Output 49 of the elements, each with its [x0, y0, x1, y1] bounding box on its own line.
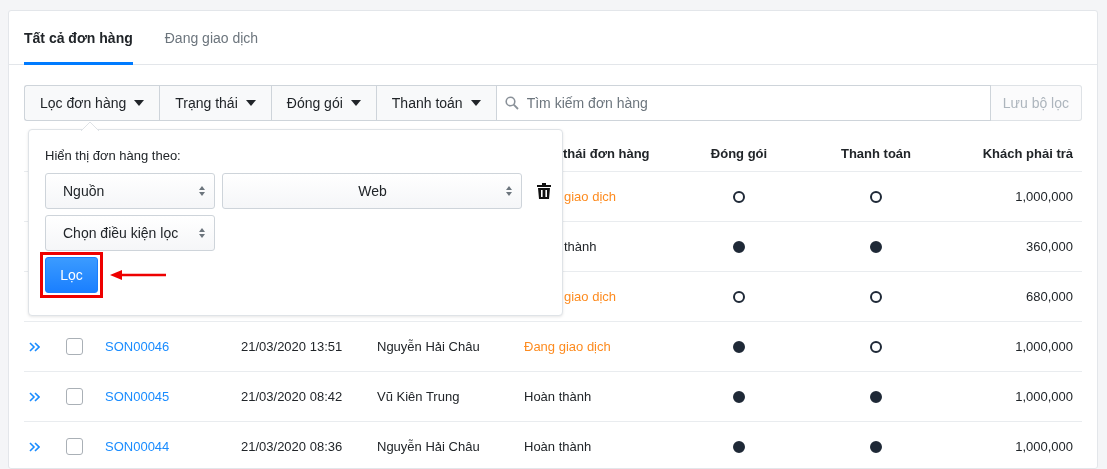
date-cell-text: 21/03/2020 08:42: [241, 389, 344, 404]
row-checkbox[interactable]: [66, 388, 83, 405]
customer-cell-text: Vũ Kiên Trung: [377, 389, 461, 404]
sort-arrows-icon: [505, 185, 513, 197]
row-checkbox[interactable]: [66, 438, 83, 455]
expand-icon[interactable]: [29, 341, 40, 352]
tab[interactable]: Tất cả đơn hàng: [24, 11, 133, 65]
caret-icon: [470, 100, 481, 106]
row-checkbox[interactable]: [66, 338, 83, 355]
tab[interactable]: Đang giao dịch: [164, 11, 259, 65]
status-cell: thành: [564, 239, 597, 254]
column-header: Thanh toán: [839, 145, 912, 161]
status-cell: giao dịch: [564, 289, 617, 304]
total-cell-text: 1,000,000: [1014, 439, 1073, 454]
pointer-arrow: [110, 269, 166, 281]
filter-dropdown[interactable]: Trạng thái: [159, 85, 271, 121]
column-header: Đóng gói: [709, 145, 769, 161]
sort-arrows-icon: [198, 185, 206, 197]
condition-select[interactable]: Chọn điều kiện lọc: [45, 215, 215, 251]
search-icon: [504, 96, 519, 110]
search-field[interactable]: Tìm kiếm đơn hàng: [495, 85, 991, 121]
total-cell-text: 1,000,000: [1014, 389, 1073, 404]
caret-icon: [350, 100, 361, 106]
caret-icon: [134, 100, 145, 106]
status-cell-text: Đang giao dịch: [524, 339, 612, 354]
customer-cell-text: Nguyễn Hải Châu: [377, 439, 481, 454]
sort-arrows-icon: [198, 227, 206, 239]
expand-icon[interactable]: [29, 391, 40, 402]
total-cell-text: 1,000,000: [1014, 339, 1073, 354]
total-cell-text: 680,000: [1025, 289, 1073, 304]
status-cell-text: Hoàn thành: [524, 439, 593, 454]
trash-icon[interactable]: [537, 183, 551, 199]
value-select[interactable]: Web: [222, 173, 522, 209]
column-header: thái đơn hàng: [562, 145, 651, 161]
expand-icon[interactable]: [29, 441, 40, 452]
total-cell-text: 360,000: [1025, 239, 1073, 254]
filter-dropdown[interactable]: Lọc đơn hàng: [24, 85, 160, 121]
total-cell-text: 1,000,000: [1014, 189, 1073, 204]
date-cell-text: 21/03/2020 13:51: [241, 339, 344, 354]
field-select[interactable]: Nguồn: [45, 173, 215, 209]
popup-label: Hiển thị đơn hàng theo:: [45, 148, 181, 163]
status-cell: giao dịch: [564, 189, 617, 204]
date-cell-text: 21/03/2020 08:36: [241, 439, 344, 454]
filter-dropdown[interactable]: Thanh toán: [375, 85, 496, 121]
customer-cell-text: Nguyễn Hải Châu: [377, 339, 481, 354]
column-header: Khách phải trả: [981, 145, 1073, 161]
status-cell-text: Hoàn thành: [524, 389, 593, 404]
filter-dropdown[interactable]: Đóng gói: [270, 85, 376, 121]
caret-icon: [245, 100, 256, 106]
